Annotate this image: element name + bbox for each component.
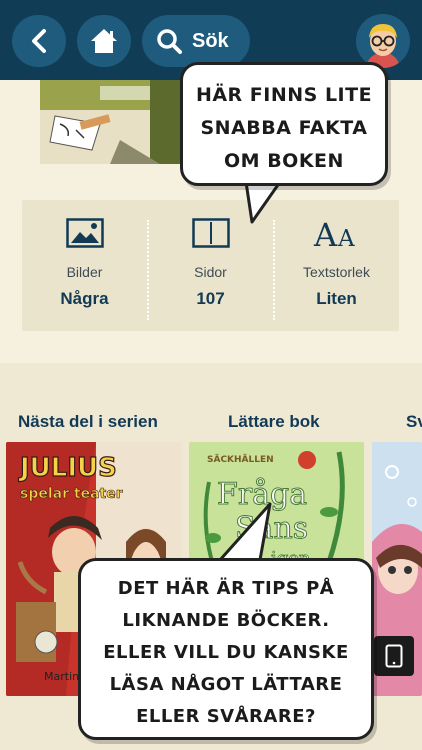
back-button[interactable] — [12, 15, 66, 67]
book-pages-icon — [191, 218, 230, 248]
search-label: Sök — [192, 29, 229, 52]
book-facts-panel: Bilder Några Sidor 107 A A Textstorlek L… — [22, 200, 399, 331]
svg-text:A: A — [337, 226, 355, 250]
book-title-julius: JULIUS — [18, 453, 117, 483]
fact-images: Bilder Några — [22, 200, 147, 331]
section-title-easier-book: Lättare bok — [228, 412, 320, 431]
section-title-harder-book: Sv — [406, 412, 422, 431]
fact-label-pages: Sidor — [194, 264, 227, 280]
bubble-line: snabba fakta — [200, 117, 368, 139]
fact-text-size: A A Textstorlek Liten — [274, 200, 399, 331]
bubble-line: Det här är tips på — [117, 578, 335, 599]
fact-value-text-size: Liten — [316, 289, 357, 308]
bubble-line: eller svårare? — [136, 706, 316, 727]
bubble-line: om boken — [224, 150, 344, 172]
avatar-with-glasses-icon — [356, 14, 410, 68]
bubble-line: liknande böcker. — [122, 610, 330, 631]
tip-bubble-facts: Här finns lite snabba fakta om boken — [180, 62, 388, 186]
book-subtitle-julius: spelar teater — [20, 486, 123, 502]
tip-bubble-recommendations: Det här är tips på liknande böcker. Elle… — [78, 558, 374, 740]
svg-text:A: A — [313, 216, 338, 250]
avatar[interactable] — [356, 14, 410, 68]
bubble-tail-bottom — [218, 502, 272, 562]
fact-label-images: Bilder — [66, 264, 103, 280]
tablet-icon — [385, 644, 403, 668]
book-card-harder-book[interactable] — [372, 442, 422, 696]
fact-label-text-size: Textstorlek — [303, 264, 370, 280]
section-title-next-in-series: Nästa del i serien — [18, 412, 158, 431]
chevron-left-icon — [32, 29, 46, 53]
text-size-icon: A A — [313, 216, 355, 250]
bubble-line: Eller vill du kanske — [103, 642, 349, 663]
search-button[interactable]: Sök — [142, 15, 250, 67]
fact-value-pages: 107 — [196, 289, 225, 308]
home-icon — [91, 29, 117, 53]
image-icon — [65, 218, 104, 248]
bubble-line: läsa något lättare — [109, 674, 343, 695]
fact-value-images: Några — [60, 289, 109, 308]
tablet-badge — [374, 636, 414, 676]
book-series-label: SÄCKHÄLLEN — [207, 454, 274, 465]
bubble-line: Här finns lite — [195, 84, 373, 106]
magnifier-icon — [157, 29, 182, 54]
home-button[interactable] — [77, 15, 131, 67]
